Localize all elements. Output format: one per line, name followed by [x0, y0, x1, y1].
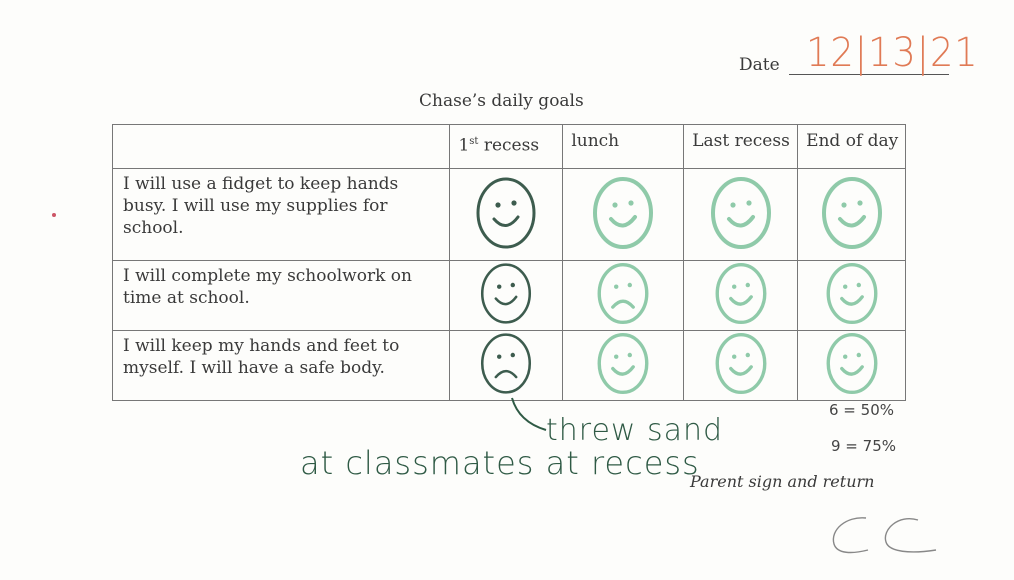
parent-sign-label: Parent sign and return — [690, 472, 875, 491]
score-line-2: 9 = 75% — [831, 437, 896, 455]
parent-signature — [832, 517, 937, 554]
note-pointer-line — [511, 397, 547, 431]
handwritten-note-line-2: at classmates at recess — [300, 444, 700, 482]
score-line-1: 6 = 50% — [829, 401, 894, 419]
handwritten-note-line-1: threw sand — [546, 413, 724, 448]
